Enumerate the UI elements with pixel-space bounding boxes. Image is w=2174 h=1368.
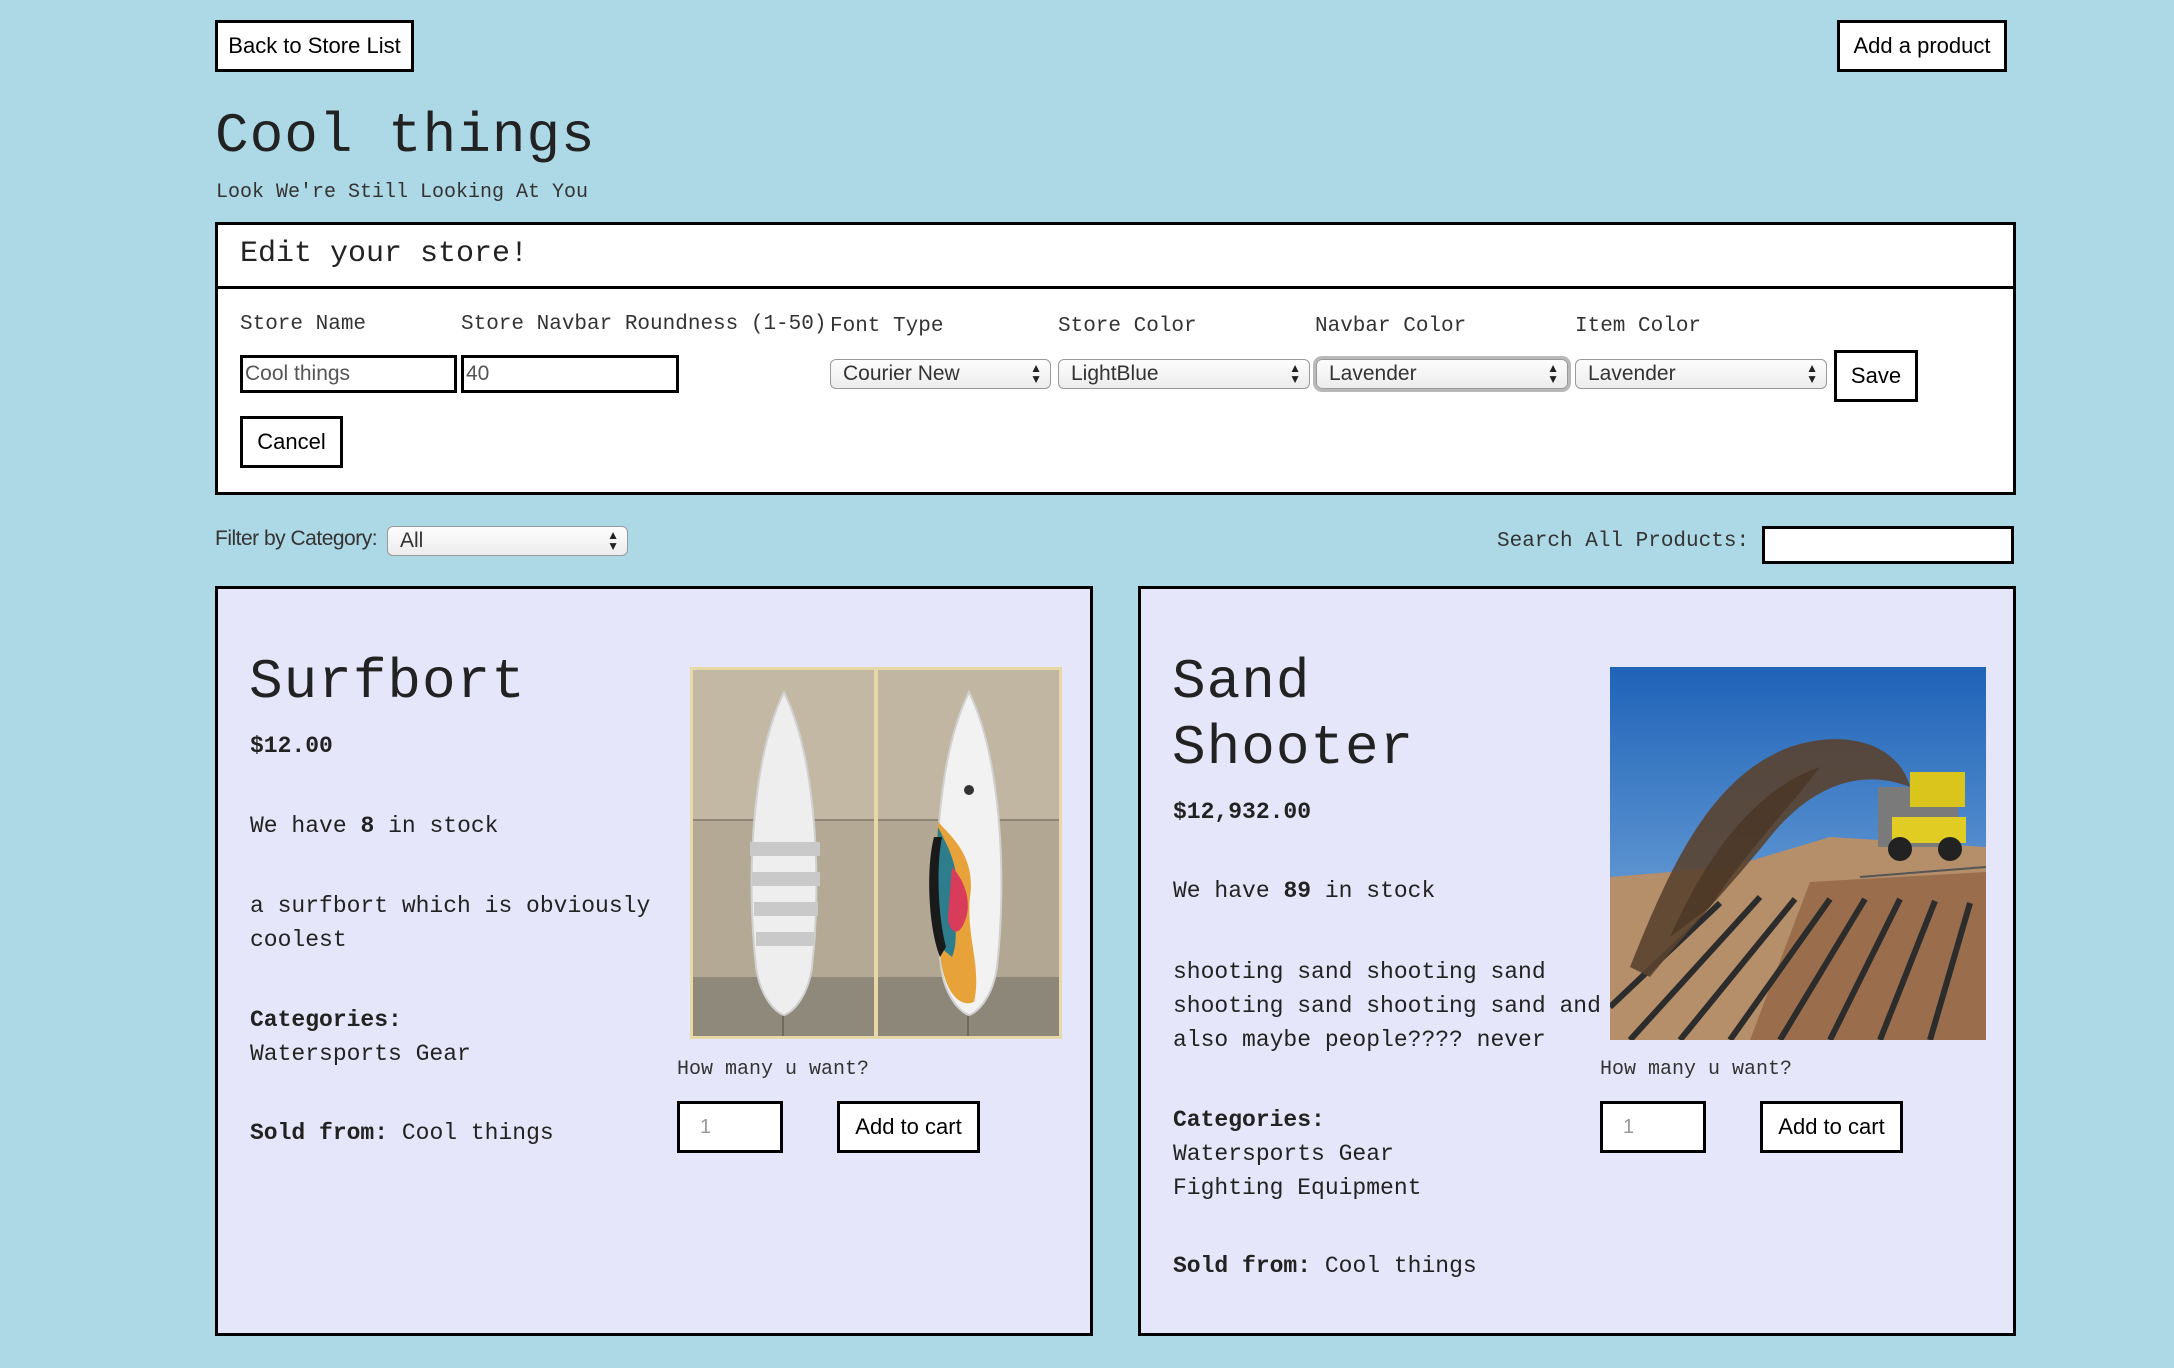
product-card: Sand Shooter $12,932.00 We have 89 in st… <box>1138 586 2016 1336</box>
search-products-input[interactable] <box>1762 526 2014 564</box>
add-to-cart-button[interactable]: Add to cart <box>837 1101 980 1153</box>
stock-suffix: in stock <box>388 813 499 839</box>
add-product-button[interactable]: Add a product <box>1837 20 2007 72</box>
store-roundness-label: Store Navbar Roundness (1-50) <box>461 313 827 336</box>
store-subtitle: Look We're Still Looking At You <box>216 181 589 204</box>
font-type-label: Font Type <box>830 315 944 338</box>
product-price: $12,932.00 <box>1173 799 1312 825</box>
store-color-label: Store Color <box>1058 315 1197 338</box>
navbar-color-value: Lavender <box>1329 362 1417 385</box>
product-name-line: Sand <box>1172 650 1311 714</box>
sold-from-label: Sold from: <box>1173 1253 1312 1279</box>
quantity-label: How many u want? <box>1600 1058 1793 1081</box>
surfboard-photo-icon <box>690 667 1062 1039</box>
product-description: a surfbort which is obviously coolest <box>250 893 651 953</box>
product-image <box>1610 667 1986 1040</box>
select-arrows-icon: ▲ ▼ <box>1806 361 1818 386</box>
store-name-label: Store Name <box>240 313 367 336</box>
item-color-select[interactable]: Lavender ▲ ▼ <box>1575 359 1827 389</box>
stock-count: 8 <box>360 813 375 839</box>
sand-shooter-photo-icon <box>1610 667 1986 1040</box>
select-arrows-icon: ▲ ▼ <box>1547 361 1559 386</box>
add-to-cart-label: Add to cart <box>855 1114 962 1139</box>
description-line: shooting sand shooting sand and <box>1173 993 1601 1019</box>
edit-store-panel: Edit your store! Store Name Store Navbar… <box>215 222 2016 495</box>
add-product-label: Add a product <box>1853 33 1991 58</box>
sold-from: Sold from: Cool things <box>250 1116 554 1150</box>
select-arrows-icon: ▲ ▼ <box>607 528 619 553</box>
product-stock: We have 89 in stock <box>1173 874 1435 908</box>
quantity-input[interactable]: 1 <box>677 1101 783 1153</box>
stock-prefix: We have <box>1173 878 1270 904</box>
back-to-store-list-label: Back to Store List <box>228 33 401 58</box>
filter-category-value: All <box>400 529 424 552</box>
edit-store-header: Edit your store! <box>218 225 2013 289</box>
product-stock: We have 8 in stock <box>250 809 498 843</box>
navbar-color-label: Navbar Color <box>1315 315 1467 338</box>
stock-count: 89 <box>1283 878 1312 904</box>
sold-from: Sold from: Cool things <box>1173 1249 1477 1283</box>
sold-from-label: Sold from: <box>250 1120 389 1146</box>
item-color-value: Lavender <box>1588 362 1676 385</box>
select-arrows-icon: ▲ ▼ <box>1030 361 1042 386</box>
product-name-line: Shooter <box>1172 716 1415 780</box>
quantity-label: How many u want? <box>677 1058 870 1081</box>
quantity-placeholder: 1 <box>1623 1115 1635 1138</box>
save-button[interactable]: Save <box>1834 350 1918 402</box>
store-title: Cool things <box>215 104 596 168</box>
search-products-label: Search All Products: <box>1497 530 1750 553</box>
sold-from-value: Cool things <box>1324 1253 1477 1279</box>
select-arrows-icon: ▲ ▼ <box>1289 361 1301 386</box>
category-item: Watersports Gear <box>1173 1141 1394 1167</box>
product-name: Surfbort <box>249 650 526 714</box>
product-card: Surfbort $12.00 We have 8 in stock a sur… <box>215 586 1093 1336</box>
store-roundness-input[interactable]: 40 <box>461 355 679 393</box>
font-type-select[interactable]: Courier New ▲ ▼ <box>830 359 1051 389</box>
stock-prefix: We have <box>250 813 347 839</box>
navbar-color-select[interactable]: Lavender ▲ ▼ <box>1316 359 1568 389</box>
filter-category-select[interactable]: All ▲ ▼ <box>387 526 628 556</box>
item-color-label: Item Color <box>1575 315 1702 338</box>
store-name-input[interactable]: Cool things <box>240 355 457 393</box>
sold-from-value: Cool things <box>401 1120 554 1146</box>
back-to-store-list-button[interactable]: Back to Store List <box>215 20 414 72</box>
category-item: Watersports Gear <box>250 1041 471 1067</box>
filter-category-label: Filter by Category: <box>215 527 378 550</box>
quantity-input[interactable]: 1 <box>1600 1101 1706 1153</box>
cancel-button[interactable]: Cancel <box>240 416 343 468</box>
edit-store-heading: Edit your store! <box>240 237 529 271</box>
product-image <box>690 667 1062 1039</box>
product-price: $12.00 <box>250 733 333 759</box>
store-roundness-value: 40 <box>466 362 490 385</box>
store-color-select[interactable]: LightBlue ▲ ▼ <box>1058 359 1310 389</box>
save-label: Save <box>1850 363 1902 388</box>
product-description: shooting sand shooting sand shooting san… <box>1173 955 1601 1057</box>
cancel-label: Cancel <box>257 429 326 454</box>
categories-label: Categories: <box>250 1007 402 1033</box>
category-item: Fighting Equipment <box>1173 1175 1422 1201</box>
description-line: also maybe people???? never <box>1173 1027 1546 1053</box>
add-to-cart-button[interactable]: Add to cart <box>1760 1101 1903 1153</box>
product-name: Sand Shooter <box>1172 649 1414 781</box>
add-to-cart-label: Add to cart <box>1778 1114 1885 1139</box>
categories-label: Categories: <box>1173 1107 1325 1133</box>
description-line: shooting sand shooting sand <box>1173 959 1546 985</box>
store-color-value: LightBlue <box>1071 362 1159 385</box>
store-name-value: Cool things <box>245 362 351 385</box>
font-type-value: Courier New <box>843 362 960 385</box>
stock-suffix: in stock <box>1324 878 1436 904</box>
quantity-placeholder: 1 <box>700 1115 712 1138</box>
